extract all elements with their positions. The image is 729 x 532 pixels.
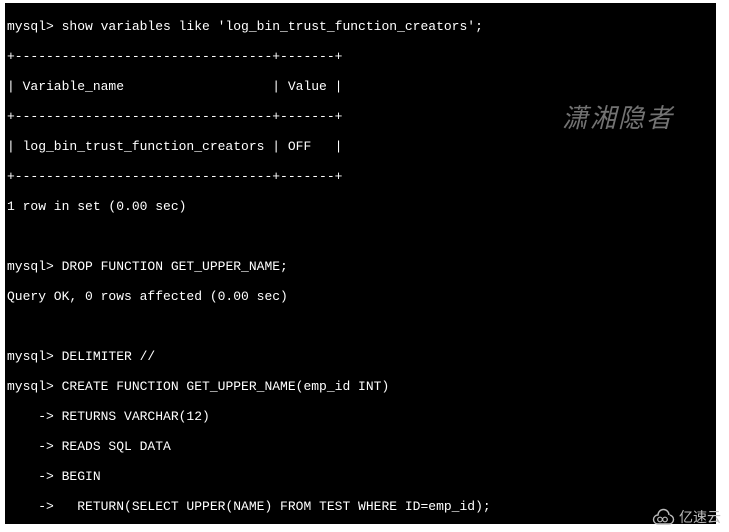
cont-prompt: -> — [7, 409, 54, 424]
prompt: mysql> — [7, 379, 54, 394]
prompt: mysql> — [7, 349, 54, 364]
cmd-text: DROP FUNCTION GET_UPPER_NAME; — [54, 259, 288, 274]
mysql-terminal[interactable]: mysql> show variables like 'log_bin_trus… — [5, 3, 716, 524]
cont-prompt: -> — [7, 499, 54, 514]
result-msg: Query OK, 0 rows affected (0.00 sec) — [7, 289, 714, 304]
table-border: +---------------------------------+-----… — [7, 49, 714, 64]
cmd-line: mysql> show variables like 'log_bin_trus… — [7, 19, 714, 34]
cont-line: -> RETURNS VARCHAR(12) — [7, 409, 714, 424]
cmd-text: RETURN(SELECT UPPER(NAME) FROM TEST WHER… — [54, 499, 491, 514]
cont-prompt: -> — [7, 469, 54, 484]
table-header: | Variable_name | Value | — [7, 79, 714, 94]
blank-line — [7, 319, 714, 334]
table-border: +---------------------------------+-----… — [7, 169, 714, 184]
cmd-line: mysql> CREATE FUNCTION GET_UPPER_NAME(em… — [7, 379, 714, 394]
cont-line: -> RETURN(SELECT UPPER(NAME) FROM TEST W… — [7, 499, 714, 514]
cont-line: -> BEGIN — [7, 469, 714, 484]
cmd-line: mysql> DELIMITER // — [7, 349, 714, 364]
cmd-line: mysql> DROP FUNCTION GET_UPPER_NAME; — [7, 259, 714, 274]
cmd-text: READS SQL DATA — [54, 439, 171, 454]
table-row: | log_bin_trust_function_creators | OFF … — [7, 139, 714, 154]
cont-prompt: -> — [7, 439, 54, 454]
table-border: +---------------------------------+-----… — [7, 109, 714, 124]
cmd-text: RETURNS VARCHAR(12) — [54, 409, 210, 424]
cmd-text: show variables like 'log_bin_trust_funct… — [54, 19, 483, 34]
result-msg: 1 row in set (0.00 sec) — [7, 199, 714, 214]
prompt: mysql> — [7, 19, 54, 34]
prompt: mysql> — [7, 259, 54, 274]
blank-line — [7, 229, 714, 244]
cmd-text: CREATE FUNCTION GET_UPPER_NAME(emp_id IN… — [54, 379, 389, 394]
cmd-text: BEGIN — [54, 469, 101, 484]
cont-line: -> READS SQL DATA — [7, 439, 714, 454]
cmd-text: DELIMITER // — [54, 349, 155, 364]
